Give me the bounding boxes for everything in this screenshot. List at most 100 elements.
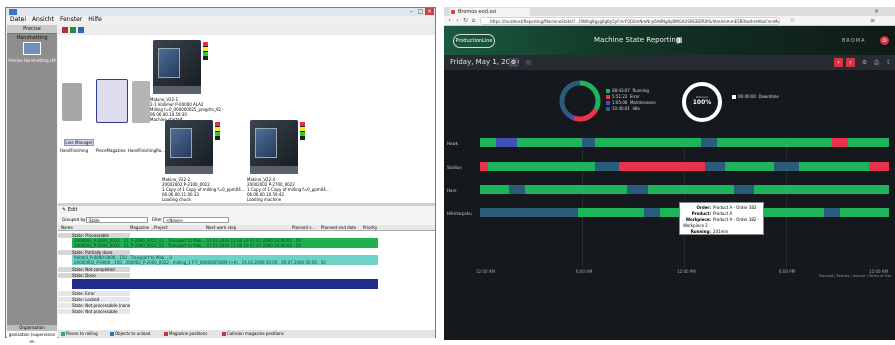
machine-makino-v22-4[interactable] [250,120,306,178]
group-row[interactable]: State: Locked [58,297,130,302]
timeline-segment-running[interactable] [754,185,889,194]
avatar[interactable]: DI [880,36,889,45]
timeline-segment-running[interactable] [725,162,775,171]
tab-objects-to-unload[interactable]: Objects to unload [110,330,150,338]
timeline-hare[interactable] [480,185,889,194]
timeline-segment-running[interactable] [717,138,832,147]
tab-pieces-to-rolling[interactable]: Pieces to rolling [61,330,98,338]
close-icon[interactable]: × [425,8,434,15]
timeline-segment-error[interactable] [831,138,849,147]
browser-tab[interactable]: Bromos eod.ssi [450,8,530,16]
timeline-segment-idle[interactable] [594,162,620,171]
timeline-segment-running[interactable] [516,138,583,147]
calendar-icon[interactable]: ▤ [524,58,533,67]
group-row[interactable]: State: Not processable (none a... [58,303,130,308]
bookmark-icon[interactable]: ☆ [789,17,796,25]
timeline-segment-idle[interactable] [480,208,579,217]
timeline-segment-running[interactable] [594,138,701,147]
timeline-segment-maintenance[interactable] [496,138,517,147]
nav-item-label[interactable]: Precise Handnetting LM [7,58,57,63]
reload-icon[interactable]: ↻ [462,17,469,25]
grouped-by-select[interactable]: State [86,217,148,223]
table-row[interactable]: 20000002_P-0000 . 150 . 200002_P-2000_00… [72,260,378,265]
piece-magazine[interactable] [96,79,128,123]
export-icon[interactable]: ⇪ [884,58,893,67]
timeline-segment-running[interactable] [524,185,628,194]
timeline-segment-idle[interactable] [643,208,660,217]
footer-links[interactable]: Planned | Policies | Imprint | Terms of … [819,274,891,278]
hand-finishing-robot[interactable] [62,83,82,121]
timeline-segment-running[interactable] [839,208,889,217]
menu-fenster[interactable]: Fenster [60,16,82,23]
apps-grid-icon[interactable]: ▦ [676,36,683,44]
tooltip-value: 241min [713,229,729,234]
timeline-segment-idle[interactable] [823,208,840,217]
col-name[interactable]: Name [61,225,73,231]
timeline-segment-idle[interactable] [700,138,718,147]
col-priority[interactable]: Priority [363,225,377,231]
timeline-segment-idle[interactable] [704,162,726,171]
stop-icon[interactable] [62,27,68,33]
minimize-icon[interactable]: – [407,8,416,15]
col-next-work-step[interactable]: Next work step [206,225,236,231]
table-row[interactable]: 2000002_P-2000_0022 . 21_P-2000_0022_02 … [72,243,378,248]
timeline-segment-running[interactable] [488,162,595,171]
timeline-segment-idle[interactable] [774,162,799,171]
timeline-segment-running[interactable] [480,138,497,147]
home-icon[interactable]: ⌂ [470,17,477,25]
menu-ansicht[interactable]: Ansicht [32,16,54,23]
next-day-button[interactable]: › [846,58,855,67]
group-row[interactable]: State: Error [58,291,130,296]
timeline-segment-running[interactable] [480,185,509,194]
tab-collision-magazine-positions[interactable]: Collision magazine positions [222,330,284,338]
timeline-hawk[interactable] [480,138,889,147]
group-row[interactable]: State: Not processable [58,309,130,314]
timeline-segment-idle[interactable] [627,185,648,194]
menu-hilfe[interactable]: Hilfe [88,16,102,23]
machine-makino-v22-2[interactable] [165,120,221,178]
machine-label: Hillsharpshu [447,211,472,216]
gear-icon[interactable]: ⚙ [509,58,518,67]
group-row[interactable]: State: Done [58,273,130,278]
nav-organisation-supervision[interactable]: ganisation (supervision en [7,331,57,344]
timeline-segment-running[interactable] [848,138,889,147]
maximize-icon[interactable]: □ [416,8,425,15]
filter-select[interactable]: <None> [163,217,229,223]
timeline-segment-idle[interactable] [582,138,595,147]
machine-door [158,48,180,78]
tab-magazine-positions[interactable]: Magazine positions [164,330,207,338]
col-magazine[interactable]: Magazine ... [130,225,154,231]
legend-value: 10:40:01 [612,106,630,111]
col-planned-start[interactable]: Planned s... [292,225,315,231]
timeline-segment-idle[interactable] [508,185,525,194]
hand-finishing-robot-2[interactable] [132,81,150,123]
timeline-segment-error[interactable] [868,162,889,171]
tool-icon[interactable] [78,27,84,33]
table-row[interactable] [72,279,378,289]
timeline-segment-running[interactable] [647,185,734,194]
nav-header[interactable]: Precise Handnetting [7,25,57,41]
group-row[interactable]: State: Not completed [58,267,130,272]
col-project[interactable]: Project [154,225,168,231]
add-icon[interactable] [70,27,76,33]
navigation-sidebar: Precise Handnetting Precise Handnetting … [7,25,57,344]
print-icon[interactable]: ⎙ [872,58,881,67]
forward-icon[interactable]: › [454,17,461,25]
timeline-segment-running[interactable] [578,208,644,217]
productionline-logo[interactable]: ProductionLine [453,34,495,48]
settings-icon[interactable]: ⚙ [860,58,869,67]
timeline-segment-idle[interactable] [733,185,755,194]
menu-datei[interactable]: Datei [10,16,26,23]
menu-icon[interactable]: ≡ [869,17,876,25]
machine-makino-v22-1[interactable] [153,40,209,98]
close-window-icon[interactable]: × [874,8,879,15]
timeline-stallion[interactable] [480,162,889,171]
col-planned-end[interactable]: Planned end date [321,225,356,231]
timeline-segment-error[interactable] [619,162,705,171]
monitor-icon[interactable] [23,42,41,55]
url-input[interactable]: https://localhost/Reporting/MachineState… [480,17,780,25]
back-icon[interactable]: ‹ [446,17,453,25]
previous-day-button[interactable]: ‹ [834,58,843,67]
timeline-segment-running[interactable] [799,162,869,171]
timeline-segment-error[interactable] [480,162,489,171]
